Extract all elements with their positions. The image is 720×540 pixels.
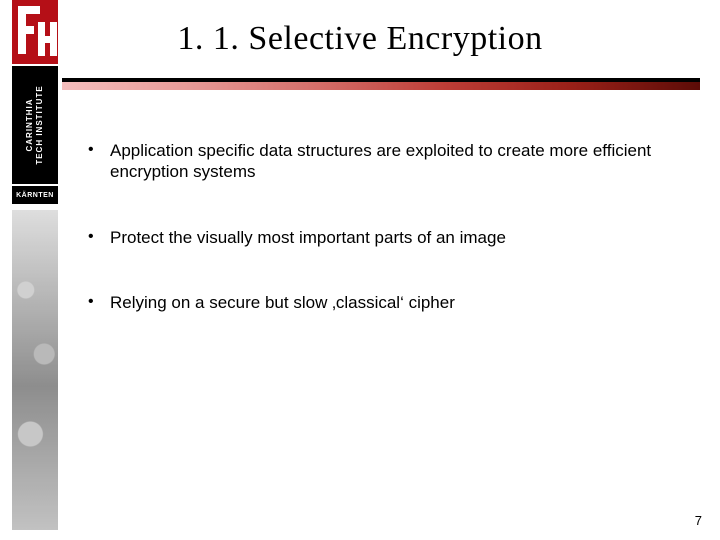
slide-body: Application specific data structures are…	[84, 140, 680, 357]
list-item: Relying on a secure but slow ‚classical‘…	[84, 292, 680, 313]
institute-line1: CARINTHIA	[25, 99, 34, 152]
bullet-text: Application specific data structures are…	[110, 141, 651, 181]
bullet-text: Relying on a secure but slow ‚classical‘…	[110, 293, 455, 312]
region-label: KÄRNTEN	[16, 192, 54, 199]
page-number: 7	[695, 513, 702, 528]
region-badge: KÄRNTEN	[12, 186, 58, 204]
list-item: Application specific data structures are…	[84, 140, 680, 183]
institute-badge: CARINTHIA TECH INSTITUTE	[12, 66, 58, 184]
slide-title: 1. 1. Selective Encryption	[0, 20, 720, 58]
list-item: Protect the visually most important part…	[84, 227, 680, 248]
bullet-text: Protect the visually most important part…	[110, 228, 506, 247]
sidebar-art-icon	[12, 210, 58, 530]
title-underline-icon	[62, 78, 700, 90]
sidebar: CARINTHIA TECH INSTITUTE KÄRNTEN	[0, 0, 60, 540]
institute-line2: TECH INSTITUTE	[35, 85, 44, 164]
